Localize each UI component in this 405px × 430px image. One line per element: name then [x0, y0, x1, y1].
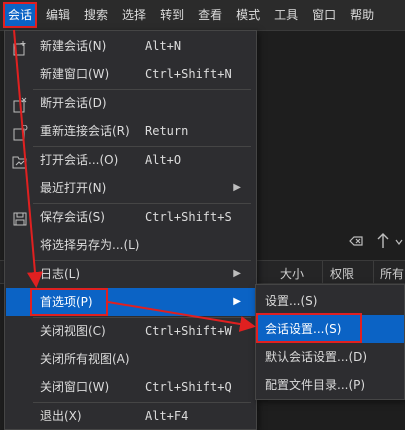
menu-tools[interactable]: 工具: [270, 3, 302, 27]
menu-item-close-all-views[interactable]: 关闭所有视图(A): [6, 345, 255, 373]
eraser-icon[interactable]: [348, 234, 364, 252]
annotation-box-preferences: [30, 288, 108, 316]
submenu-item-profile-directory[interactable]: 配置文件目录...(P): [257, 371, 404, 399]
menu-item-close-view[interactable]: 关闭视图(C) Ctrl+Shift+W: [6, 317, 255, 345]
menu-item-exit[interactable]: 退出(X) Alt+F4: [6, 402, 255, 430]
session-menu: 新建会话(N) Alt+N 新建窗口(W) Ctrl+Shift+N 断开会话(…: [4, 30, 257, 430]
open-session-icon: [12, 152, 28, 169]
menu-item-log[interactable]: 日志(L) ▶: [6, 260, 255, 288]
column-size[interactable]: 大小: [280, 265, 304, 282]
menu-item-recent[interactable]: 最近打开(N) ▶: [6, 174, 255, 202]
column-permissions[interactable]: 权限: [330, 265, 354, 282]
menu-mode[interactable]: 模式: [232, 3, 264, 27]
menu-session[interactable]: 会话: [2, 2, 38, 28]
new-session-icon: [12, 38, 28, 56]
chevron-right-icon: ▶: [233, 296, 241, 307]
menu-edit[interactable]: 编辑: [42, 3, 74, 27]
chevron-right-icon: ▶: [233, 268, 241, 279]
menu-item-open-session[interactable]: 打开会话...(O) Alt+O: [6, 146, 255, 174]
disconnect-icon: [12, 95, 28, 113]
menu-item-save-session[interactable]: 保存会话(S) Ctrl+Shift+S: [6, 203, 255, 231]
submenu-item-default-session-settings[interactable]: 默认会话设置...(D): [257, 343, 404, 371]
save-icon: [12, 209, 28, 226]
menu-goto[interactable]: 转到: [156, 3, 188, 27]
submenu-item-settings[interactable]: 设置...(S): [257, 287, 404, 315]
menu-item-save-selection-as[interactable]: 将选择另存为...(L): [6, 231, 255, 259]
menu-item-new-window[interactable]: 新建窗口(W) Ctrl+Shift+N: [6, 60, 255, 88]
menu-item-new-session[interactable]: 新建会话(N) Alt+N: [6, 32, 255, 60]
reconnect-icon: [12, 123, 28, 141]
arrow-up-icon[interactable]: [376, 232, 390, 254]
toolbar-fragment: [340, 232, 405, 258]
chevron-down-icon[interactable]: [395, 235, 403, 251]
menu-bar: 会话 编辑 搜索 选择 转到 查看 模式 工具 窗口 帮助: [0, 0, 405, 31]
menu-help[interactable]: 帮助: [346, 3, 378, 27]
chevron-right-icon: ▶: [233, 182, 241, 193]
menu-search[interactable]: 搜索: [80, 3, 112, 27]
annotation-box-session-settings: [256, 313, 362, 343]
menu-select[interactable]: 选择: [118, 3, 150, 27]
menu-item-disconnect[interactable]: 断开会话(D): [6, 89, 255, 117]
menu-view[interactable]: 查看: [194, 3, 226, 27]
column-owner[interactable]: 所有: [380, 265, 404, 282]
menu-window[interactable]: 窗口: [308, 3, 340, 27]
menu-item-reconnect[interactable]: 重新连接会话(R) Return: [6, 117, 255, 145]
menu-item-close-window[interactable]: 关闭窗口(W) Ctrl+Shift+Q: [6, 373, 255, 401]
